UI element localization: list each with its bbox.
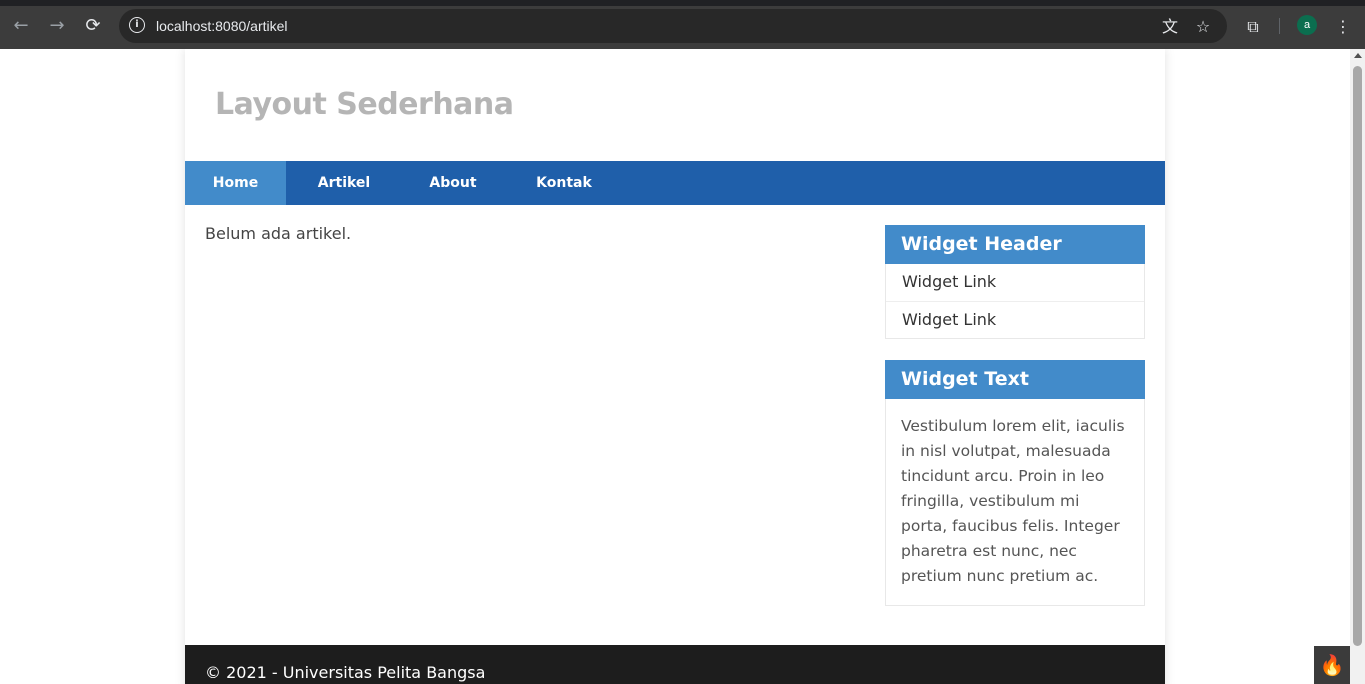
page-viewport: Layout Sederhana Home Artikel About Kont… — [0, 49, 1350, 684]
main-content: Belum ada artikel. — [205, 224, 351, 243]
nav-about[interactable]: About — [402, 161, 504, 205]
kebab-menu-icon[interactable]: ⋮ — [1333, 17, 1353, 37]
url-text[interactable]: localhost:8080/artikel — [156, 18, 288, 34]
codeigniter-flame-icon[interactable]: 🔥 — [1314, 646, 1350, 684]
footer-copyright: © 2021 - Universitas Pelita Bangsa — [205, 663, 486, 682]
browser-toolbar: ← → ⟳ i localhost:8080/artikel 文 ☆ ⧉ a ⋮ — [0, 0, 1365, 49]
info-icon[interactable]: i — [129, 17, 145, 33]
puzzle-icon[interactable]: ⧉ — [1243, 17, 1263, 37]
site-header: Layout Sederhana — [185, 49, 1165, 161]
forward-icon[interactable]: → — [45, 14, 69, 38]
address-bar[interactable]: i localhost:8080/artikel 文 ☆ — [119, 9, 1227, 43]
widget-links: Widget Header Widget Link Widget Link — [885, 225, 1145, 339]
nav-kontak[interactable]: Kontak — [504, 161, 624, 205]
scrollbar-thumb[interactable] — [1353, 66, 1362, 646]
main-nav: Home Artikel About Kontak — [185, 161, 1165, 205]
sidebar: Widget Header Widget Link Widget Link Wi… — [885, 225, 1145, 627]
widget-text-body: Vestibulum lorem elit, iaculis in nisl v… — [901, 417, 1125, 585]
site-footer: © 2021 - Universitas Pelita Bangsa — [185, 645, 1165, 684]
nav-home[interactable]: Home — [185, 161, 286, 205]
toolbar-separator — [1279, 18, 1280, 34]
widget-text-header: Widget Text — [885, 360, 1145, 399]
page-scrollbar[interactable] — [1350, 49, 1365, 684]
translate-icon[interactable]: 文 — [1160, 17, 1180, 37]
nav-artikel[interactable]: Artikel — [286, 161, 402, 205]
widget-link-2[interactable]: Widget Link — [886, 301, 1144, 338]
page-container: Layout Sederhana Home Artikel About Kont… — [185, 49, 1165, 684]
widget-text: Widget Text Vestibulum lorem elit, iacul… — [885, 360, 1145, 606]
widget-header: Widget Header — [885, 225, 1145, 264]
scroll-up-arrow-icon[interactable] — [1354, 53, 1362, 58]
reload-icon[interactable]: ⟳ — [81, 14, 105, 38]
tab-strip — [0, 0, 1365, 6]
widget-link-1[interactable]: Widget Link — [886, 264, 1144, 301]
back-icon[interactable]: ← — [9, 14, 33, 38]
star-icon[interactable]: ☆ — [1193, 17, 1213, 37]
site-title: Layout Sederhana — [215, 87, 514, 122]
avatar[interactable]: a — [1297, 15, 1317, 35]
empty-article-message: Belum ada artikel. — [205, 224, 352, 243]
